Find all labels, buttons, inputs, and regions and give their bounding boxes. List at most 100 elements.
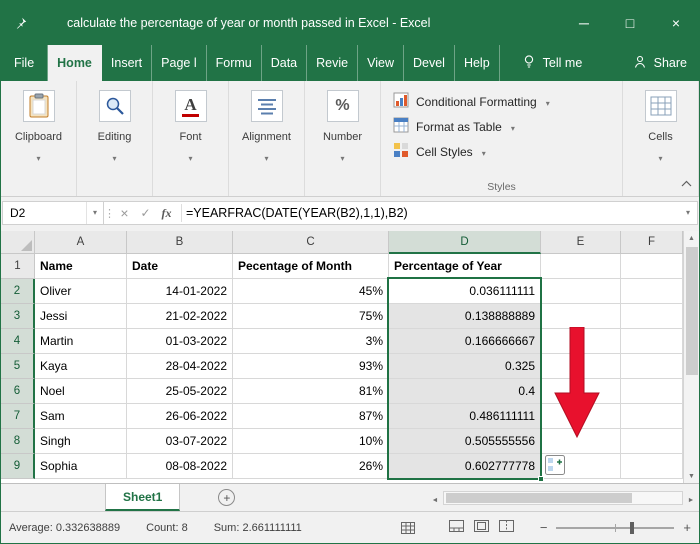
horizontal-scroll-thumb[interactable]: [446, 492, 632, 503]
cell-F3[interactable]: [621, 304, 683, 329]
zoom-slider-handle[interactable]: [629, 521, 634, 534]
row-header-6[interactable]: 6: [1, 379, 35, 404]
cell-D8[interactable]: 0.505555556: [389, 429, 541, 454]
row-header-7[interactable]: 7: [1, 404, 35, 429]
cell-E1[interactable]: [541, 254, 621, 279]
cell-D3[interactable]: 0.138888889: [389, 304, 541, 329]
cell-D6[interactable]: 0.4: [389, 379, 541, 404]
conditional-formatting-button[interactable]: Conditional Formatting: [393, 89, 622, 114]
page-break-view-icon[interactable]: [498, 520, 514, 535]
close-button[interactable]: ×: [653, 1, 699, 45]
cell-D4[interactable]: 0.166666667: [389, 329, 541, 354]
row-header-8[interactable]: 8: [1, 429, 35, 454]
new-sheet-button[interactable]: +: [218, 489, 236, 506]
grid-view-icon[interactable]: [400, 521, 415, 534]
zoom-out-button[interactable]: [540, 520, 548, 535]
formula-input[interactable]: =YEARFRAC(DATE(YEAR(B2),1,1),B2): [186, 206, 679, 220]
column-header-D[interactable]: D: [389, 231, 541, 254]
scroll-down-icon[interactable]: [684, 469, 699, 483]
share-button[interactable]: Share: [633, 45, 687, 81]
tab-data[interactable]: Data: [262, 45, 308, 81]
cell-D2[interactable]: 0.036111111: [389, 279, 541, 304]
cell-C9[interactable]: 26%: [233, 454, 389, 479]
cell-C5[interactable]: 93%: [233, 354, 389, 379]
cell-F2[interactable]: [621, 279, 683, 304]
cell-B6[interactable]: 25-05-2022: [127, 379, 233, 404]
row-header-3[interactable]: 3: [1, 304, 35, 329]
cell-F9[interactable]: [621, 454, 683, 479]
select-all-corner[interactable]: [1, 231, 35, 254]
column-header-E[interactable]: E: [541, 231, 621, 254]
format-as-table-button[interactable]: Format as Table: [393, 114, 622, 139]
cell-C2[interactable]: 45%: [233, 279, 389, 304]
tab-insert[interactable]: Insert: [102, 45, 153, 81]
tab-home[interactable]: Home: [48, 45, 102, 81]
cell-E2[interactable]: [541, 279, 621, 304]
row-header-1[interactable]: 1: [1, 254, 35, 279]
zoom-in-button[interactable]: [683, 520, 691, 535]
insert-function-icon[interactable]: [156, 206, 177, 221]
cell-B3[interactable]: 21-02-2022: [127, 304, 233, 329]
cell-B8[interactable]: 03-07-2022: [127, 429, 233, 454]
row-header-9[interactable]: 9: [1, 454, 35, 479]
group-editing[interactable]: Editing: [77, 81, 153, 196]
cell-styles-button[interactable]: Cell Styles: [393, 139, 622, 164]
cell-C6[interactable]: 81%: [233, 379, 389, 404]
cancel-icon[interactable]: [114, 205, 135, 221]
cell-C3[interactable]: 75%: [233, 304, 389, 329]
tab-file[interactable]: File: [1, 45, 49, 81]
page-layout-view-icon[interactable]: [473, 520, 489, 535]
cell-A8[interactable]: Singh: [35, 429, 127, 454]
cell-D7[interactable]: 0.486111111: [389, 404, 541, 429]
cell-B9[interactable]: 08-08-2022: [127, 454, 233, 479]
cell-A7[interactable]: Sam: [35, 404, 127, 429]
cell-A9[interactable]: Sophia: [35, 454, 127, 479]
cell-F8[interactable]: [621, 429, 683, 454]
cell-B1[interactable]: Date: [127, 254, 233, 279]
autofill-options-button[interactable]: [545, 455, 565, 475]
cell-F1[interactable]: [621, 254, 683, 279]
column-header-A[interactable]: A: [35, 231, 127, 254]
cell-C7[interactable]: 87%: [233, 404, 389, 429]
cell-A2[interactable]: Oliver: [35, 279, 127, 304]
cell-A6[interactable]: Noel: [35, 379, 127, 404]
vertical-scroll-thumb[interactable]: [685, 247, 698, 375]
cell-B4[interactable]: 01-03-2022: [127, 329, 233, 354]
cell-B2[interactable]: 14-01-2022: [127, 279, 233, 304]
normal-view-icon[interactable]: [448, 520, 464, 535]
cell-F5[interactable]: [621, 354, 683, 379]
cell-B5[interactable]: 28-04-2022: [127, 354, 233, 379]
scroll-up-icon[interactable]: [684, 231, 699, 245]
cell-A4[interactable]: Martin: [35, 329, 127, 354]
cell-F6[interactable]: [621, 379, 683, 404]
group-clipboard[interactable]: Clipboard: [1, 81, 77, 196]
cell-D1[interactable]: Percentage of Year: [389, 254, 541, 279]
row-header-2[interactable]: 2: [1, 279, 35, 304]
horizontal-scroll-track[interactable]: [443, 490, 683, 505]
row-header-4[interactable]: 4: [1, 329, 35, 354]
cell-F4[interactable]: [621, 329, 683, 354]
tab-review[interactable]: Revie: [307, 45, 359, 81]
cell-D9[interactable]: 0.602777778: [389, 454, 541, 479]
cell-E3[interactable]: [541, 304, 621, 329]
sheet-tab-sheet1[interactable]: Sheet1: [105, 484, 181, 511]
group-alignment[interactable]: Alignment: [229, 81, 305, 196]
scroll-left-icon[interactable]: [427, 489, 443, 507]
cell-C4[interactable]: 3%: [233, 329, 389, 354]
tab-developer[interactable]: Devel: [404, 45, 455, 81]
cell-B7[interactable]: 26-06-2022: [127, 404, 233, 429]
cell-A3[interactable]: Jessi: [35, 304, 127, 329]
name-box-dropdown-icon[interactable]: [86, 202, 103, 224]
column-header-B[interactable]: B: [127, 231, 233, 254]
name-box[interactable]: D2: [2, 201, 104, 225]
collapse-ribbon-button[interactable]: [681, 174, 692, 192]
horizontal-scrollbar[interactable]: [427, 484, 699, 511]
group-font[interactable]: A Font: [153, 81, 229, 196]
cell-A1[interactable]: Name: [35, 254, 127, 279]
enter-icon[interactable]: [135, 206, 156, 220]
maximize-button[interactable]: □: [607, 1, 653, 45]
tab-help[interactable]: Help: [455, 45, 500, 81]
vertical-scrollbar[interactable]: [683, 231, 699, 483]
cell-A5[interactable]: Kaya: [35, 354, 127, 379]
cell-F7[interactable]: [621, 404, 683, 429]
